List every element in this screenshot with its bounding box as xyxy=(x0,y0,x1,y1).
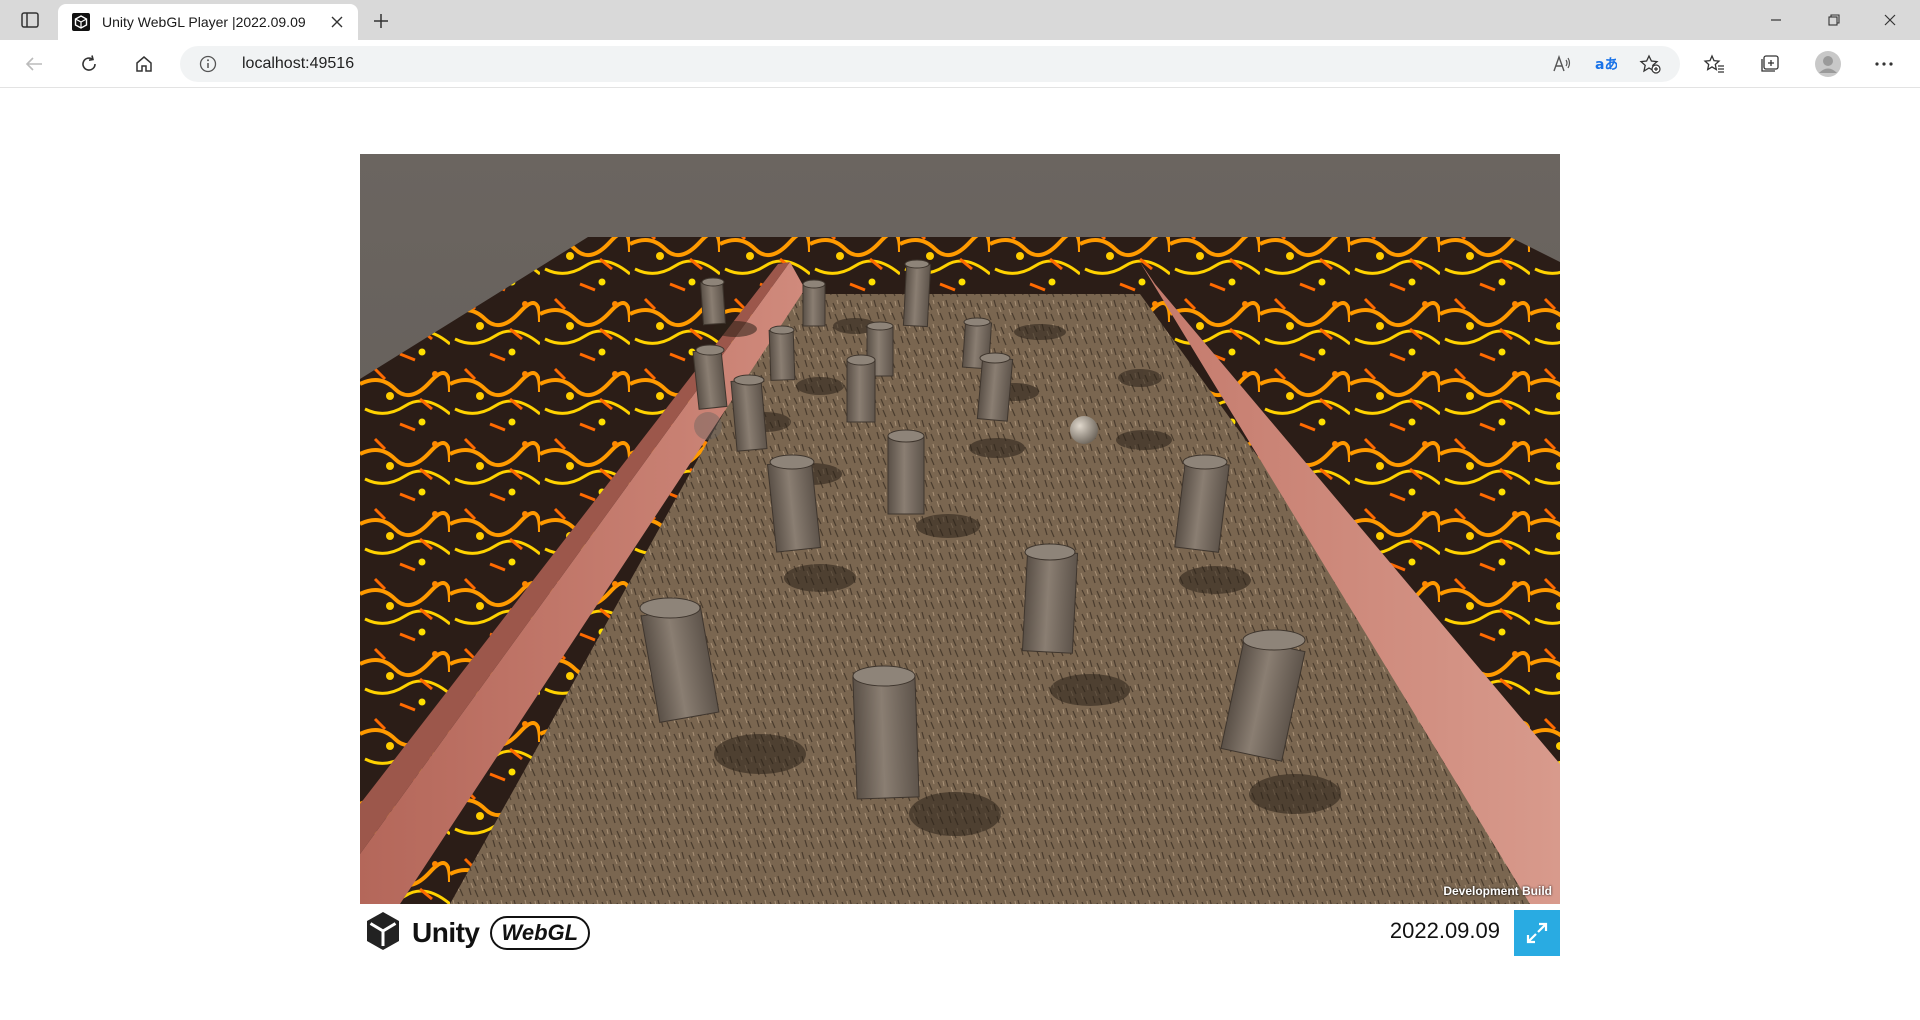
webgl-logo-text: WebGL xyxy=(489,916,591,950)
site-info-icon[interactable] xyxy=(198,54,218,74)
browser-toolbar: localhost:49516 aあ xyxy=(0,40,1920,88)
refresh-icon[interactable] xyxy=(71,48,107,80)
unity-favicon-icon xyxy=(72,13,90,31)
settings-more-icon[interactable] xyxy=(1866,48,1902,80)
build-title: 2022.09.09 xyxy=(1389,918,1500,943)
tab-title: Unity WebGL Player |2022.09.09 xyxy=(102,14,306,30)
fullscreen-button[interactable] xyxy=(1514,910,1560,956)
page-content: Development Build Unity WebGL 2022.09.09 xyxy=(0,88,1920,1020)
back-icon[interactable] xyxy=(16,48,52,80)
profile-avatar-icon[interactable] xyxy=(1810,48,1846,80)
home-icon[interactable] xyxy=(126,48,162,80)
tab-bar: Unity WebGL Player |2022.09.09 xyxy=(0,0,1920,40)
collections-icon[interactable] xyxy=(1752,48,1788,80)
tab-actions-icon[interactable] xyxy=(14,8,46,32)
url-text: localhost:49516 xyxy=(242,55,355,72)
unity-cube-icon xyxy=(364,910,402,957)
game-scene xyxy=(360,154,1560,904)
add-favorite-icon[interactable] xyxy=(1636,52,1664,76)
unity-footer: Unity WebGL 2022.09.09 xyxy=(360,908,1560,958)
new-tab-icon[interactable] xyxy=(368,8,394,34)
fullscreen-icon xyxy=(1526,922,1548,944)
development-build-label: Development Build xyxy=(1443,884,1552,898)
translate-icon[interactable]: aあ xyxy=(1592,52,1620,76)
restore-icon[interactable] xyxy=(1806,0,1862,40)
svg-text:aあ: aあ xyxy=(1595,57,1617,73)
minimize-icon[interactable] xyxy=(1748,0,1804,40)
unity-game-canvas[interactable]: Development Build xyxy=(360,154,1560,904)
favorites-icon[interactable] xyxy=(1696,48,1732,80)
close-tab-icon[interactable] xyxy=(326,11,348,33)
browser-tab[interactable]: Unity WebGL Player |2022.09.09 xyxy=(58,4,358,40)
ball xyxy=(1070,416,1098,444)
close-window-icon[interactable] xyxy=(1862,0,1918,40)
address-bar[interactable]: localhost:49516 aあ xyxy=(180,46,1680,82)
read-aloud-icon[interactable] xyxy=(1548,52,1576,76)
unity-logo-text: Unity xyxy=(412,917,480,948)
unity-webgl-logo: Unity WebGL xyxy=(364,910,594,956)
